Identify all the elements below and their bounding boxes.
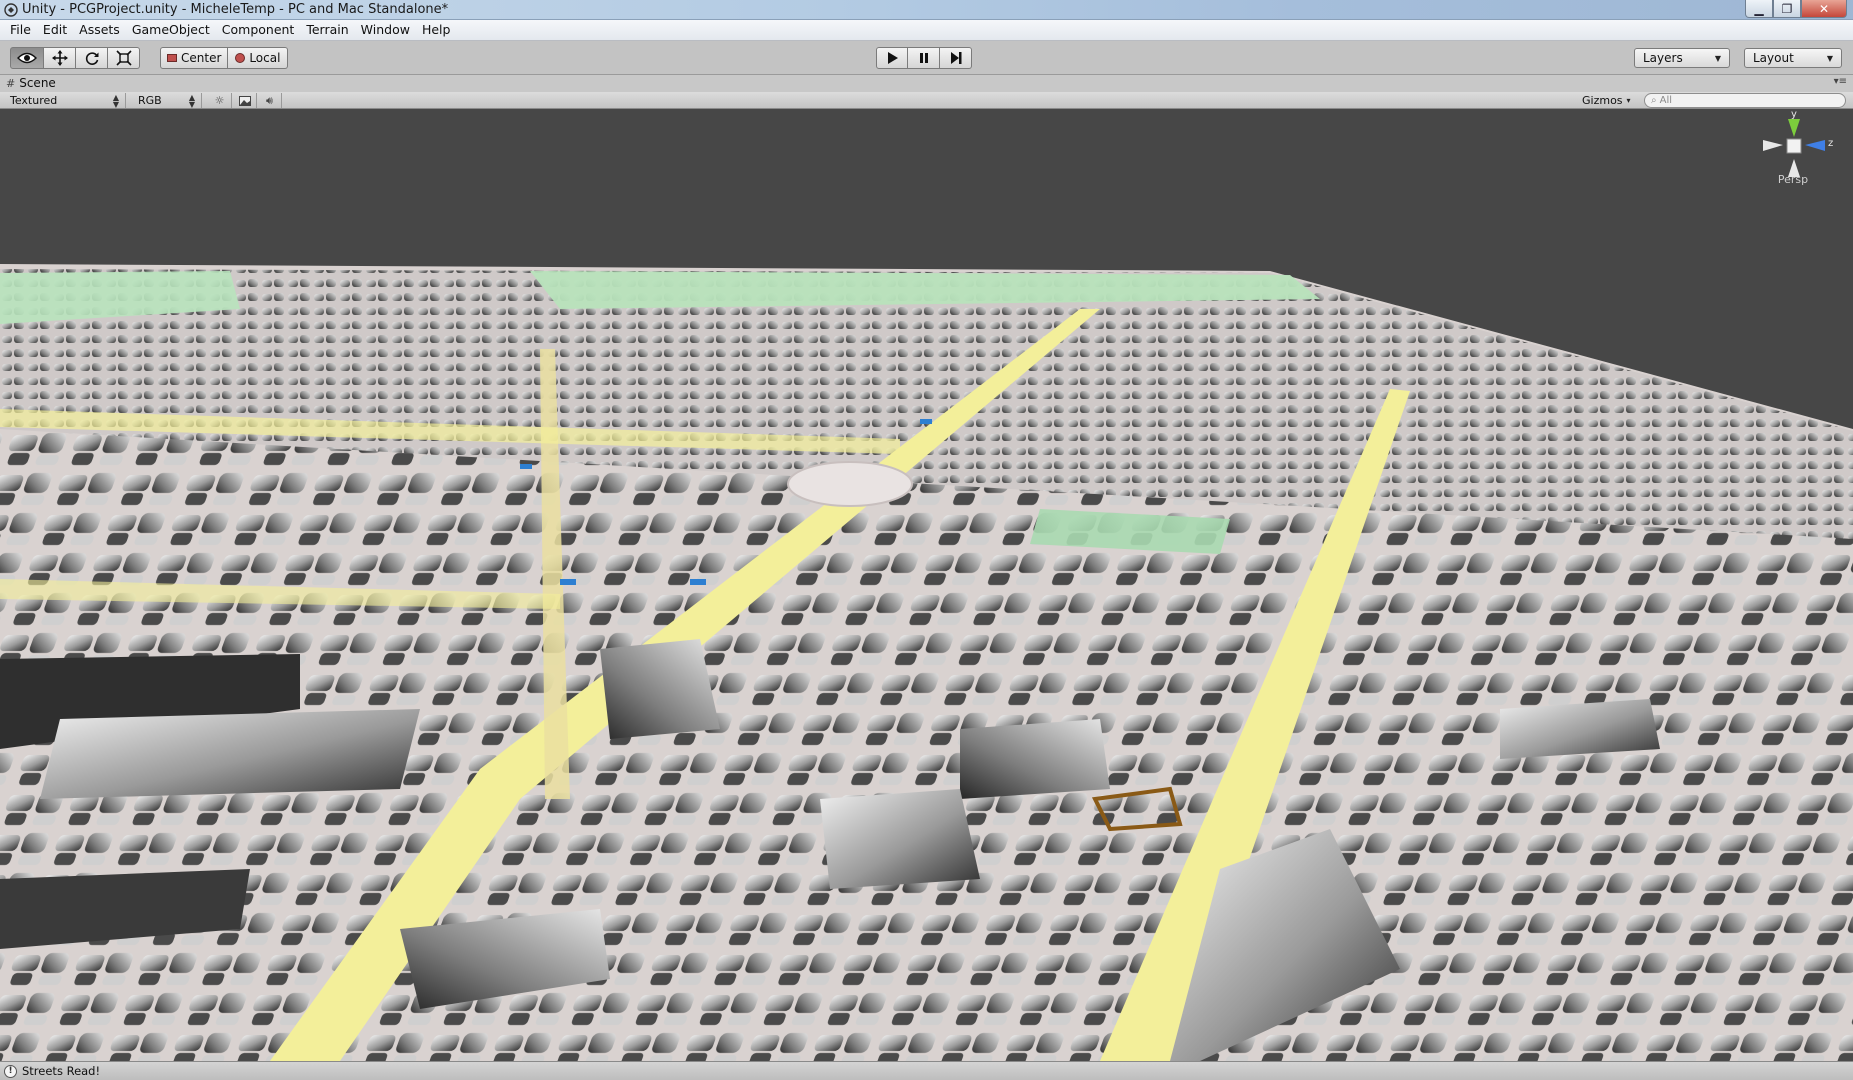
grid-icon: # — [6, 76, 16, 90]
map-marker — [560, 579, 576, 585]
menu-gameobject[interactable]: GameObject — [126, 20, 216, 40]
map-marker — [520, 464, 532, 469]
menu-component[interactable]: Component — [216, 20, 301, 40]
layers-label: Layers — [1643, 51, 1683, 65]
window-title-bar[interactable]: Unity - PCGProject.unity - MicheleTemp -… — [0, 0, 1853, 20]
rotate-icon — [85, 52, 98, 65]
pivot-local-button[interactable]: Local — [228, 47, 289, 69]
play-button[interactable] — [876, 47, 908, 69]
scale-icon — [115, 50, 132, 66]
pause-button[interactable] — [908, 47, 940, 69]
image-icon — [238, 95, 251, 106]
window-title: Unity - PCGProject.unity - MicheleTemp -… — [22, 2, 449, 17]
city-scene — [0, 264, 1853, 1061]
projection-label[interactable]: Persp — [1733, 173, 1853, 186]
map-marker — [690, 579, 706, 585]
step-button[interactable] — [940, 47, 972, 69]
step-icon — [950, 52, 961, 64]
pivot-center-label: Center — [181, 51, 222, 65]
building — [1500, 699, 1660, 759]
updown-arrows-icon: ▲ ▼ — [188, 92, 195, 109]
render-mode-dropdown[interactable]: Textured ▲ ▼ — [4, 93, 126, 108]
maximize-button[interactable]: ❐ — [1773, 0, 1801, 18]
close-button[interactable]: ✕ — [1801, 0, 1847, 18]
status-message[interactable]: Streets Read! — [22, 1064, 100, 1078]
menu-terrain[interactable]: Terrain — [300, 20, 354, 40]
eye-icon — [17, 52, 37, 64]
chevron-down-icon: ▼ — [1714, 53, 1721, 63]
sun-icon: ☼ — [214, 94, 225, 107]
color-mode-dropdown[interactable]: RGB ▲ ▼ — [132, 93, 202, 108]
gizmos-dropdown[interactable]: Gizmos ▾ — [1582, 93, 1631, 108]
search-placeholder: All — [1659, 95, 1673, 106]
menu-bar: File Edit Assets GameObject Component Te… — [0, 20, 1853, 41]
map-marker — [920, 419, 932, 424]
main-toolbar: Center Local Layers ▼ Layout ▼ — [0, 41, 1853, 75]
scene-viewport[interactable]: y z Persp — [0, 109, 1853, 1061]
pause-icon — [919, 53, 928, 63]
search-icon: ⌕ — [1651, 95, 1657, 106]
lighting-toggle[interactable]: ☼ — [208, 93, 232, 108]
menu-edit[interactable]: Edit — [37, 20, 73, 40]
layout-label: Layout — [1753, 51, 1794, 65]
audio-toggle[interactable]: 🔊︎ — [258, 93, 282, 108]
layers-dropdown[interactable]: Layers ▼ — [1634, 48, 1730, 68]
menu-help[interactable]: Help — [416, 20, 457, 40]
move-arrows-icon — [51, 50, 68, 66]
pivot-controls: Center Local — [160, 47, 289, 69]
info-icon: ! — [4, 1064, 17, 1078]
building — [960, 719, 1110, 799]
pivot-center-icon — [167, 54, 177, 62]
menu-window[interactable]: Window — [355, 20, 416, 40]
building — [40, 709, 420, 799]
render-mode-value: Textured — [10, 94, 58, 107]
axis-y-label: y — [1791, 109, 1797, 120]
layout-dropdown[interactable]: Layout ▼ — [1744, 48, 1842, 68]
view-tool-button[interactable] — [10, 47, 44, 69]
chevron-down-icon: ▼ — [1826, 53, 1833, 63]
tab-scene-label: Scene — [19, 76, 56, 90]
panel-menu-icon[interactable]: ▾≡ — [1834, 76, 1847, 87]
color-mode-value: RGB — [138, 94, 162, 107]
scale-tool-button[interactable] — [108, 47, 140, 69]
roundabout — [787, 461, 913, 507]
building — [600, 639, 720, 739]
playback-controls — [876, 47, 972, 69]
axis-z-label: z — [1828, 138, 1834, 149]
status-bar: ! Streets Read! — [0, 1061, 1853, 1080]
rotate-tool-button[interactable] — [76, 47, 108, 69]
move-tool-button[interactable] — [44, 47, 76, 69]
menu-file[interactable]: File — [4, 20, 37, 40]
gizmos-label: Gizmos — [1582, 94, 1623, 107]
pivot-local-label: Local — [249, 51, 281, 65]
effects-toggle[interactable] — [233, 93, 257, 108]
pivot-center-button[interactable]: Center — [160, 47, 229, 69]
chevron-down-icon: ▾ — [1626, 96, 1631, 105]
minimize-button[interactable]: ▁ — [1745, 0, 1773, 18]
pivot-local-icon — [235, 53, 246, 63]
transform-tools — [10, 47, 140, 69]
menu-assets[interactable]: Assets — [73, 20, 126, 40]
tab-scene[interactable]: # Scene — [6, 76, 56, 90]
building — [820, 789, 980, 889]
play-icon — [888, 52, 898, 64]
updown-arrows-icon: ▲ ▼ — [112, 92, 119, 109]
scene-orientation-gizmo[interactable]: y z Persp — [1733, 109, 1853, 219]
scene-search-input[interactable]: ⌕ All — [1644, 93, 1846, 108]
unity-logo-icon — [4, 3, 18, 17]
scene-tab-bar: # Scene ▾≡ — [0, 75, 1853, 92]
speaker-icon: 🔊︎ — [266, 93, 273, 107]
scene-control-bar: Textured ▲ ▼ RGB ▲ ▼ ☼ 🔊︎ Gizmos ▾ ⌕ All — [0, 92, 1853, 109]
